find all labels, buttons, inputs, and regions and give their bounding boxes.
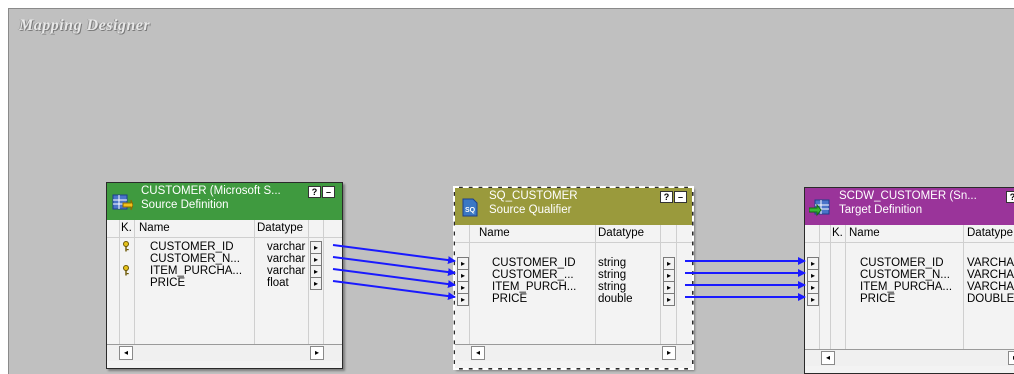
mapping-canvas[interactable]: Mapping Designer CUSTOMER (Microsoft S..… — [8, 8, 1014, 374]
link-layer — [332, 244, 806, 301]
